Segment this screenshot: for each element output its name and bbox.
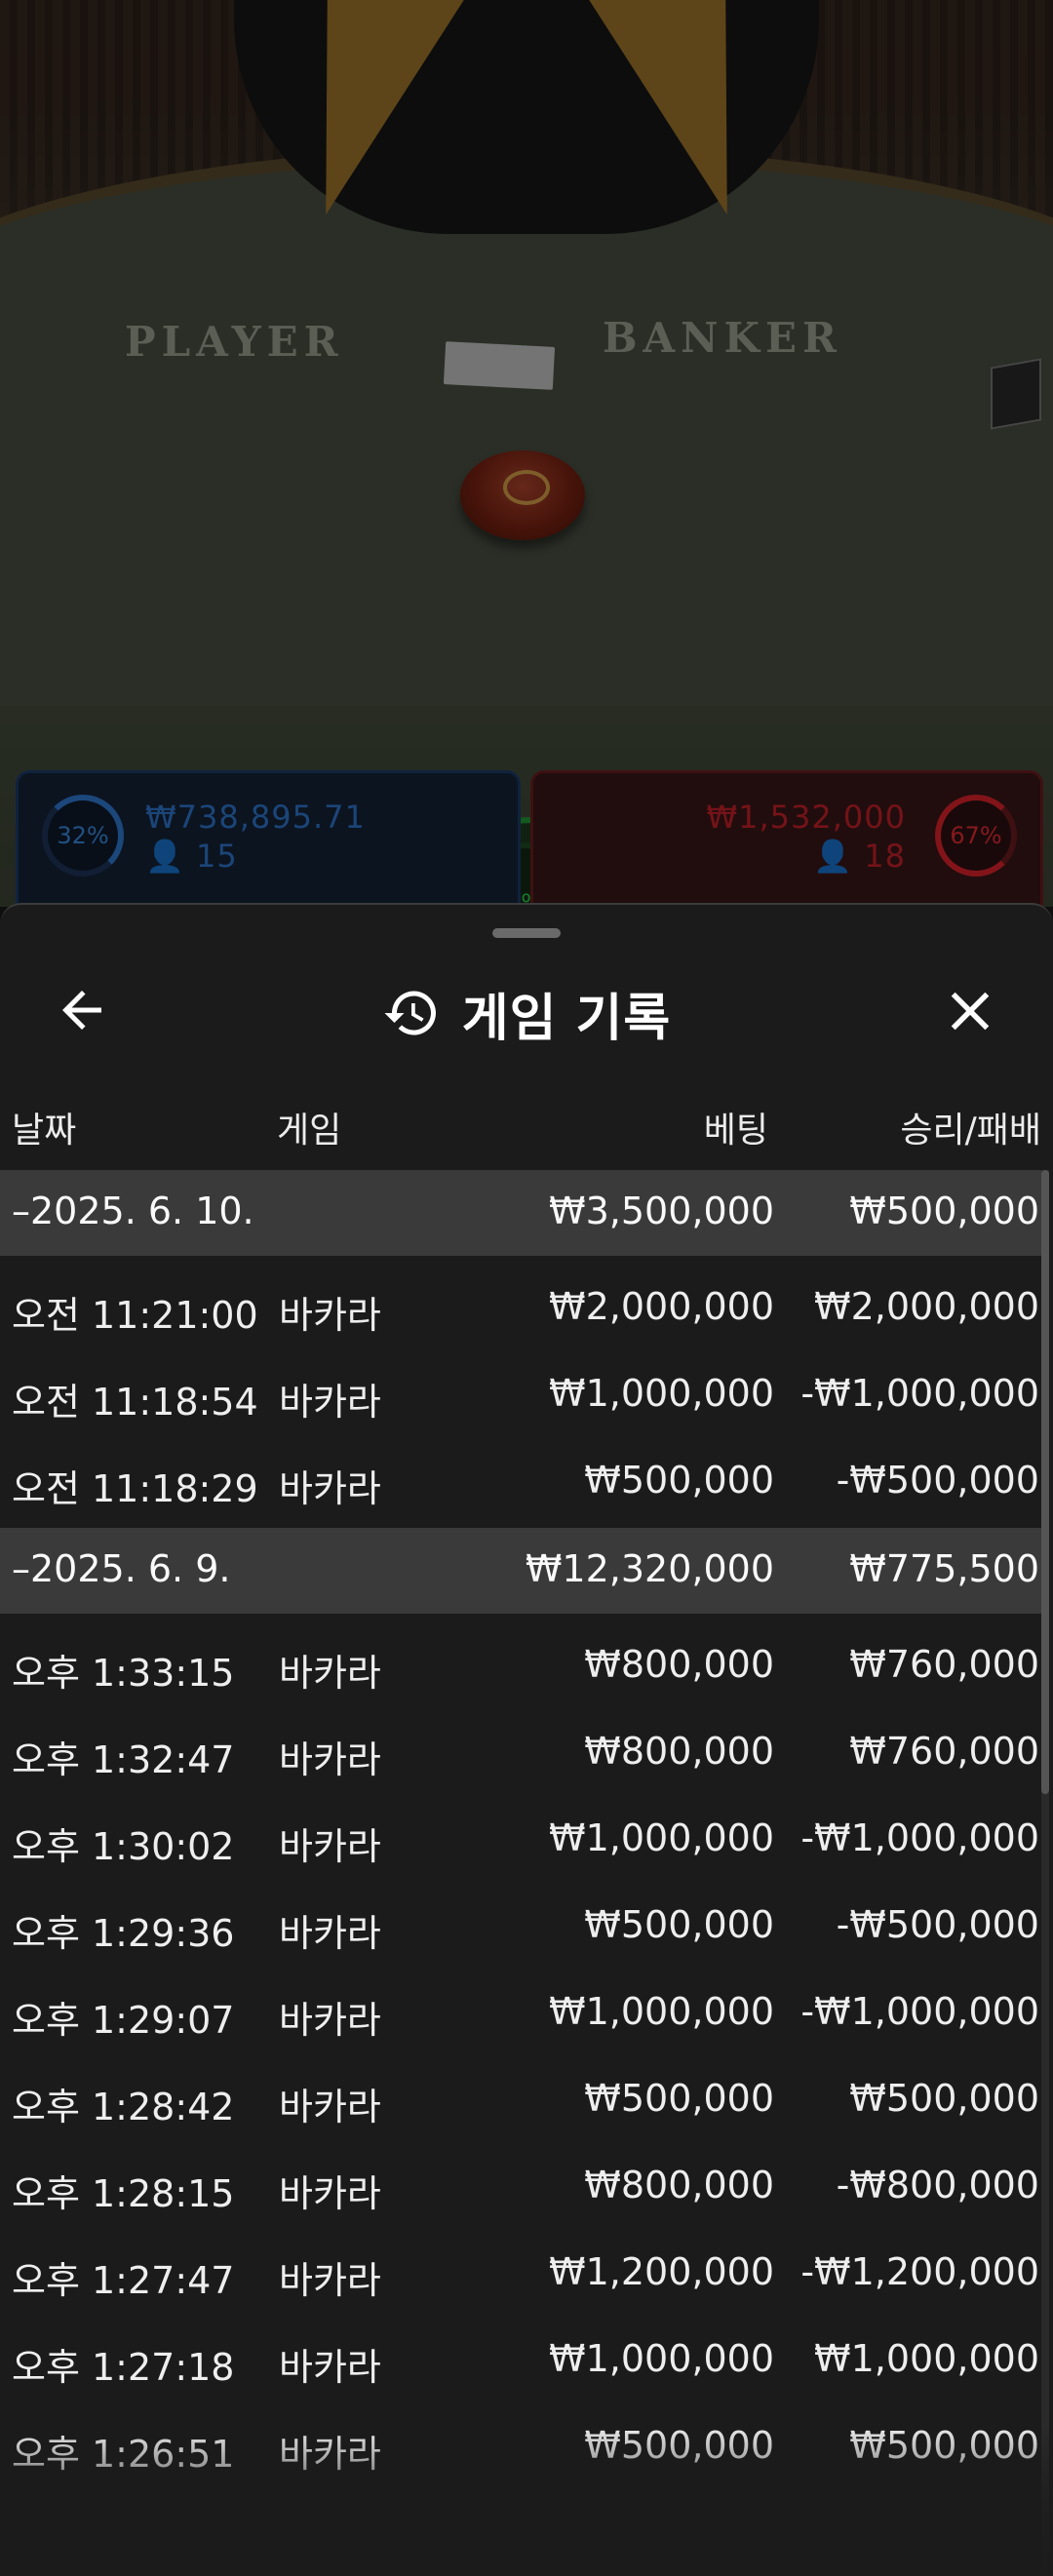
group-result-total: ₩775,500 [849, 1547, 1039, 1590]
group-date: –2025. 6. 9. [12, 1547, 231, 1590]
row-bet: ₩2,000,000 [549, 1285, 774, 1328]
row-bet: ₩800,000 [584, 1730, 774, 1773]
history-clock-icon [384, 991, 436, 1035]
row-bet: ₩500,000 [584, 1903, 774, 1946]
row-result: -₩500,000 [836, 1903, 1039, 1946]
history-row[interactable]: 오전 11:21:00 바카라 ₩2,000,000 ₩2,000,000 [0, 1262, 1045, 1348]
row-time: 오후 1:27:47 [12, 2259, 235, 2302]
history-row[interactable]: 오전 11:18:29 바카라 ₩500,000 -₩500,000 [0, 1435, 1045, 1522]
row-game: 바카라 [279, 1738, 381, 1781]
row-result: -₩1,200,000 [800, 2250, 1039, 2293]
date-group-row[interactable]: –2025. 6. 10. ₩3,500,000 ₩500,000 [0, 1170, 1045, 1256]
drag-handle[interactable] [492, 928, 561, 938]
row-game: 바카라 [279, 2172, 381, 2215]
row-time: 오후 1:30:02 [12, 1825, 235, 1868]
history-row[interactable]: 오후 1:33:15 바카라 ₩800,000 ₩760,000 [0, 1620, 1045, 1706]
group-date: –2025. 6. 10. [12, 1190, 254, 1232]
close-icon[interactable] [938, 979, 1002, 1043]
history-row[interactable]: 오후 1:26:51 바카라 ₩500,000 ₩500,000 [0, 2400, 1045, 2487]
row-game: 바카라 [279, 1294, 381, 1337]
group-result-total: ₩500,000 [849, 1190, 1039, 1232]
row-time: 오후 1:27:18 [12, 2346, 235, 2389]
row-result: ₩760,000 [849, 1643, 1039, 1686]
row-game: 바카라 [279, 1381, 381, 1424]
row-game: 바카라 [279, 2259, 381, 2302]
row-result: ₩2,000,000 [814, 1285, 1039, 1328]
row-result: -₩500,000 [836, 1459, 1039, 1502]
row-bet: ₩800,000 [584, 1643, 774, 1686]
row-result: ₩500,000 [849, 2077, 1039, 2120]
row-time: 오전 11:21:00 [12, 1294, 258, 1337]
row-result: -₩1,000,000 [800, 1816, 1039, 1859]
row-bet: ₩500,000 [584, 2077, 774, 2120]
history-row[interactable]: 오후 1:30:02 바카라 ₩1,000,000 -₩1,000,000 [0, 1793, 1045, 1880]
history-list[interactable]: –2025. 6. 10. ₩3,500,000 ₩500,000 오전 11:… [0, 1170, 1045, 2487]
row-game: 바카라 [279, 1999, 381, 2042]
row-time: 오후 1:29:36 [12, 1912, 235, 1955]
column-header-result[interactable]: 승리/패배 [900, 1102, 1041, 1152]
history-row[interactable]: 오후 1:29:36 바카라 ₩500,000 -₩500,000 [0, 1880, 1045, 1967]
scrollbar-thumb[interactable] [1041, 1170, 1049, 1794]
row-result: ₩500,000 [849, 2424, 1039, 2467]
history-row[interactable]: 오후 1:28:42 바카라 ₩500,000 ₩500,000 [0, 2053, 1045, 2140]
row-bet: ₩1,000,000 [549, 1372, 774, 1415]
row-time: 오전 11:18:54 [12, 1381, 258, 1424]
row-game: 바카라 [279, 2086, 381, 2128]
row-game: 바카라 [279, 1467, 381, 1510]
group-bet-total: ₩12,320,000 [525, 1547, 774, 1590]
row-time: 오전 11:18:29 [12, 1467, 258, 1510]
row-result: -₩1,000,000 [800, 1372, 1039, 1415]
row-time: 오후 1:28:42 [12, 2086, 235, 2128]
column-header-date[interactable]: 날짜 [12, 1102, 76, 1152]
row-time: 오후 1:32:47 [12, 1738, 235, 1781]
history-row[interactable]: 오후 1:29:07 바카라 ₩1,000,000 -₩1,000,000 [0, 1967, 1045, 2053]
row-time: 오후 1:29:07 [12, 1999, 235, 2042]
row-game: 바카라 [279, 1912, 381, 1955]
title-group: 게임 기록 [0, 959, 1053, 1067]
row-time: 오후 1:28:15 [12, 2172, 235, 2215]
row-bet: ₩500,000 [584, 2424, 774, 2467]
row-game: 바카라 [279, 1825, 381, 1868]
sheet-title: 게임 기록 [461, 989, 672, 1048]
row-bet: ₩500,000 [584, 1459, 774, 1502]
table-header: 날짜 게임 베팅 승리/패배 [0, 1090, 1053, 1160]
row-result: -₩800,000 [836, 2164, 1039, 2206]
group-bet-total: ₩3,500,000 [549, 1190, 774, 1232]
row-bet: ₩800,000 [584, 2164, 774, 2206]
row-game: 바카라 [279, 2346, 381, 2389]
row-game: 바카라 [279, 1652, 381, 1695]
history-row[interactable]: 오후 1:32:47 바카라 ₩800,000 ₩760,000 [0, 1706, 1045, 1793]
back-arrow-icon[interactable] [53, 981, 111, 1039]
row-result: ₩1,000,000 [814, 2337, 1039, 2380]
row-bet: ₩1,000,000 [549, 1816, 774, 1859]
date-group-row[interactable]: –2025. 6. 9. ₩12,320,000 ₩775,500 [0, 1528, 1045, 1614]
row-time: 오후 1:33:15 [12, 1652, 235, 1695]
row-bet: ₩1,200,000 [549, 2250, 774, 2293]
history-row[interactable]: 오전 11:18:54 바카라 ₩1,000,000 -₩1,000,000 [0, 1348, 1045, 1435]
game-history-sheet: 게임 기록 날짜 게임 베팅 승리/패배 –2025. 6. 10. ₩3,50… [0, 903, 1053, 2576]
row-bet: ₩1,000,000 [549, 2337, 774, 2380]
row-game: 바카라 [279, 2433, 381, 2476]
history-row[interactable]: 오후 1:28:15 바카라 ₩800,000 -₩800,000 [0, 2140, 1045, 2227]
column-header-game[interactable]: 게임 [277, 1102, 341, 1152]
modal-overlay[interactable] [0, 0, 1053, 936]
row-bet: ₩1,000,000 [549, 1990, 774, 2033]
column-header-bet[interactable]: 베팅 [704, 1102, 768, 1152]
row-result: ₩760,000 [849, 1730, 1039, 1773]
row-time: 오후 1:26:51 [12, 2433, 235, 2476]
history-row[interactable]: 오후 1:27:18 바카라 ₩1,000,000 ₩1,000,000 [0, 2314, 1045, 2400]
sheet-header: 게임 기록 [0, 959, 1053, 1067]
history-row[interactable]: 오후 1:27:47 바카라 ₩1,200,000 -₩1,200,000 [0, 2227, 1045, 2314]
row-result: -₩1,000,000 [800, 1990, 1039, 2033]
